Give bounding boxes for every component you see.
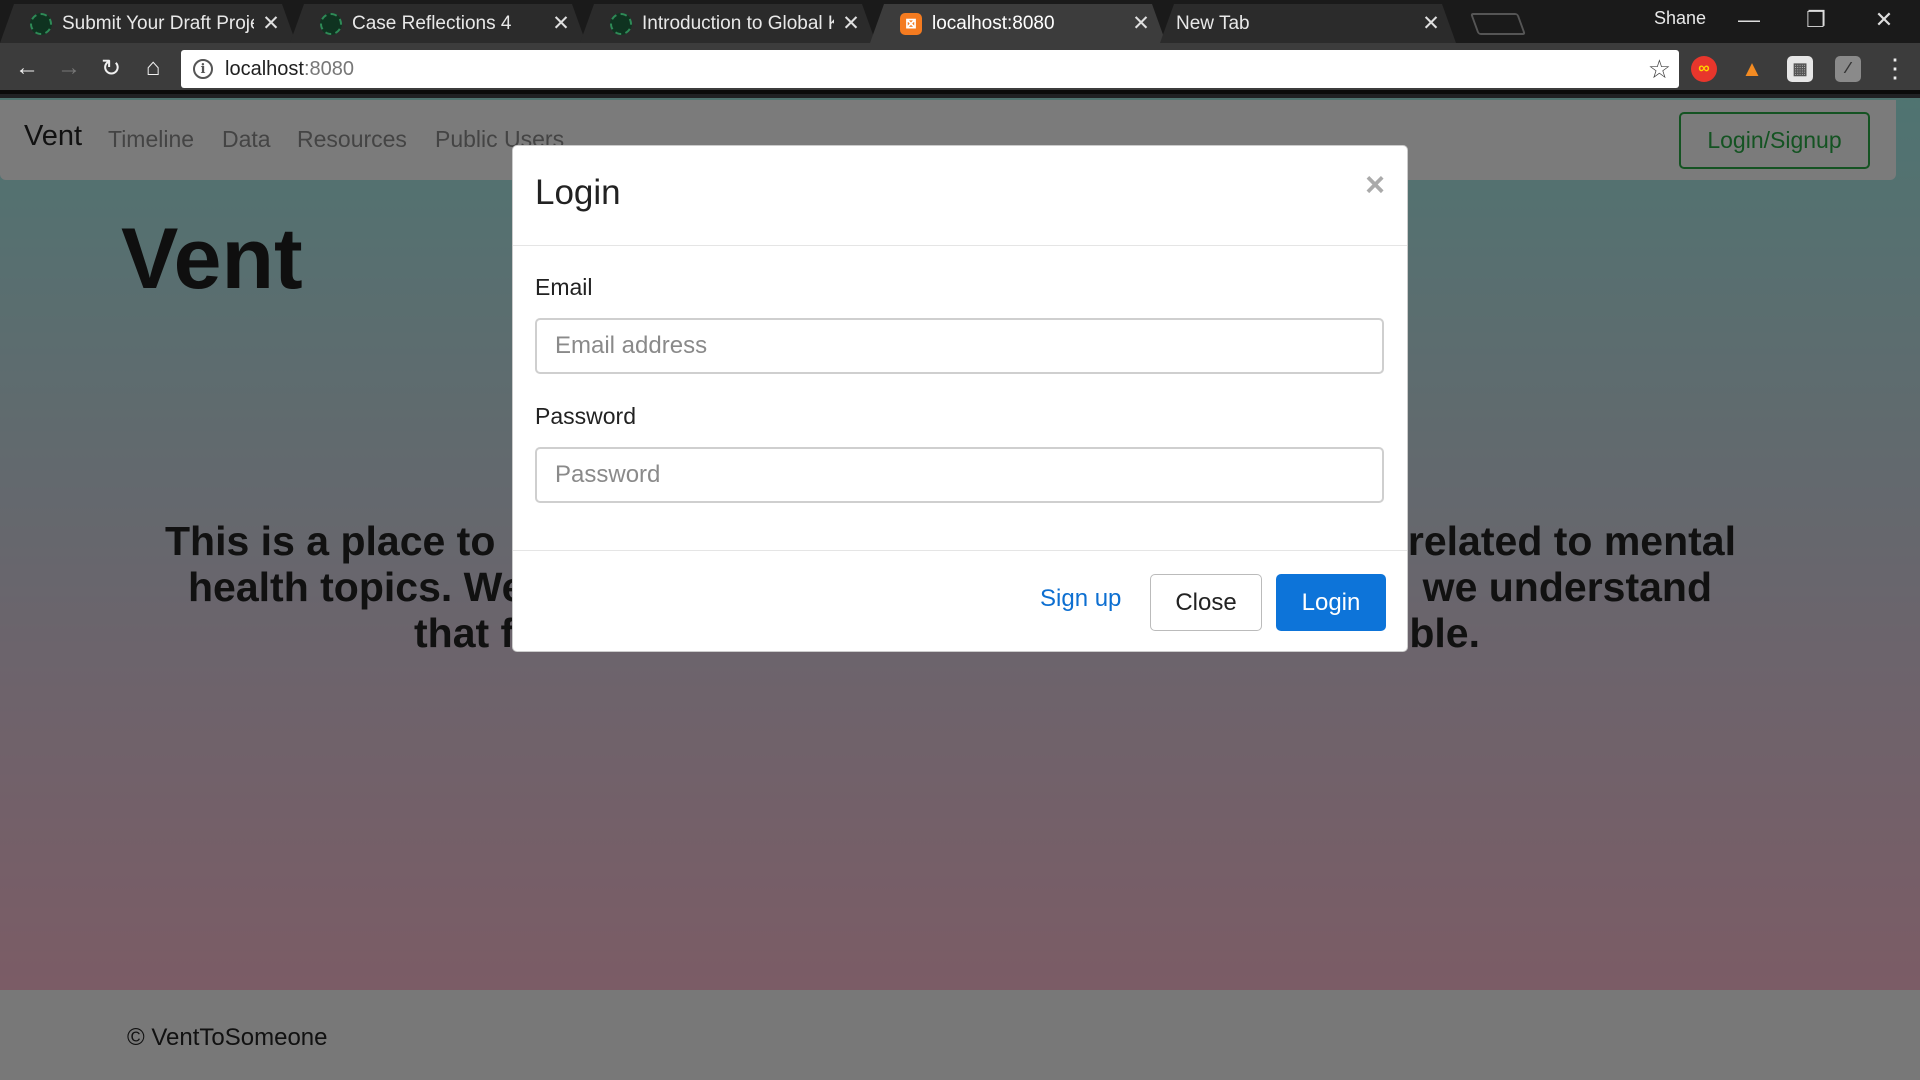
xampp-icon: ⊠ <box>900 13 922 35</box>
browser-menu-icon[interactable]: ⋮ <box>1880 51 1910 85</box>
browser-tab[interactable]: New Tab ✕ <box>1160 4 1456 43</box>
url-text: localhost:8080 <box>225 57 354 80</box>
browser-tab-active[interactable]: ⊠ localhost:8080 ✕ <box>870 4 1166 43</box>
login-modal: Login × Email Password Sign up Close Log… <box>512 145 1408 652</box>
pdf-extension-icon[interactable]: ⁄ <box>1835 56 1861 82</box>
back-arrow-icon[interactable]: ← <box>10 51 44 85</box>
browser-toolbar: ← → ↻ ⌂ i localhost:8080 ☆ ∞ ▲ ▦ ⁄ ⋮ <box>0 43 1920 94</box>
close-tab-icon[interactable]: ✕ <box>260 11 282 36</box>
globe-icon <box>30 13 52 35</box>
tab-title: localhost:8080 <box>932 12 1055 34</box>
tab-title: New Tab <box>1176 12 1250 34</box>
globe-icon <box>610 13 632 35</box>
browser-tab[interactable]: Submit Your Draft Project ✕ <box>0 4 296 43</box>
window-close-icon[interactable]: ✕ <box>1854 0 1914 40</box>
modal-footer: Sign up Close Login <box>513 550 1407 653</box>
email-field[interactable] <box>535 318 1384 374</box>
profile-name[interactable]: Shane <box>1654 8 1706 29</box>
bookmark-star-icon[interactable]: ☆ <box>1648 54 1671 85</box>
modal-title: Login <box>535 173 621 212</box>
signup-link[interactable]: Sign up <box>1040 585 1121 613</box>
address-bar[interactable]: i localhost:8080 ☆ <box>181 50 1679 88</box>
browser-tabstrip: Submit Your Draft Project ✕ Case Reflect… <box>0 0 1920 43</box>
email-label: Email <box>535 274 593 300</box>
minimize-icon[interactable]: — <box>1719 0 1779 40</box>
modal-header: Login × <box>513 146 1407 246</box>
fox-extension-icon[interactable]: ▲ <box>1739 56 1765 82</box>
password-label: Password <box>535 403 636 429</box>
infinity-extension-icon[interactable]: ∞ <box>1691 56 1717 82</box>
home-icon[interactable]: ⌂ <box>136 51 170 85</box>
info-icon[interactable]: i <box>193 59 213 79</box>
browser-tab[interactable]: Case Reflections 4 ✕ <box>290 4 586 43</box>
modal-close-icon[interactable]: × <box>1365 166 1385 205</box>
login-button[interactable]: Login <box>1276 574 1386 631</box>
reload-icon[interactable]: ↻ <box>94 51 128 85</box>
close-tab-icon[interactable]: ✕ <box>1130 11 1152 36</box>
globe-icon <box>320 13 342 35</box>
new-tab-button[interactable] <box>1469 13 1527 35</box>
close-button[interactable]: Close <box>1150 574 1262 631</box>
password-field[interactable] <box>535 447 1384 503</box>
close-tab-icon[interactable]: ✕ <box>1420 11 1442 36</box>
close-tab-icon[interactable]: ✕ <box>550 11 572 36</box>
tab-title: Introduction to Global Kn <box>642 12 834 34</box>
close-tab-icon[interactable]: ✕ <box>840 11 862 36</box>
restore-icon[interactable]: ❐ <box>1786 0 1846 40</box>
tab-title: Case Reflections 4 <box>352 12 512 34</box>
gift-extension-icon[interactable]: ▦ <box>1787 56 1813 82</box>
browser-tab[interactable]: Introduction to Global Kn ✕ <box>580 4 876 43</box>
tab-title: Submit Your Draft Project <box>62 12 254 34</box>
forward-arrow-icon[interactable]: → <box>52 51 86 85</box>
